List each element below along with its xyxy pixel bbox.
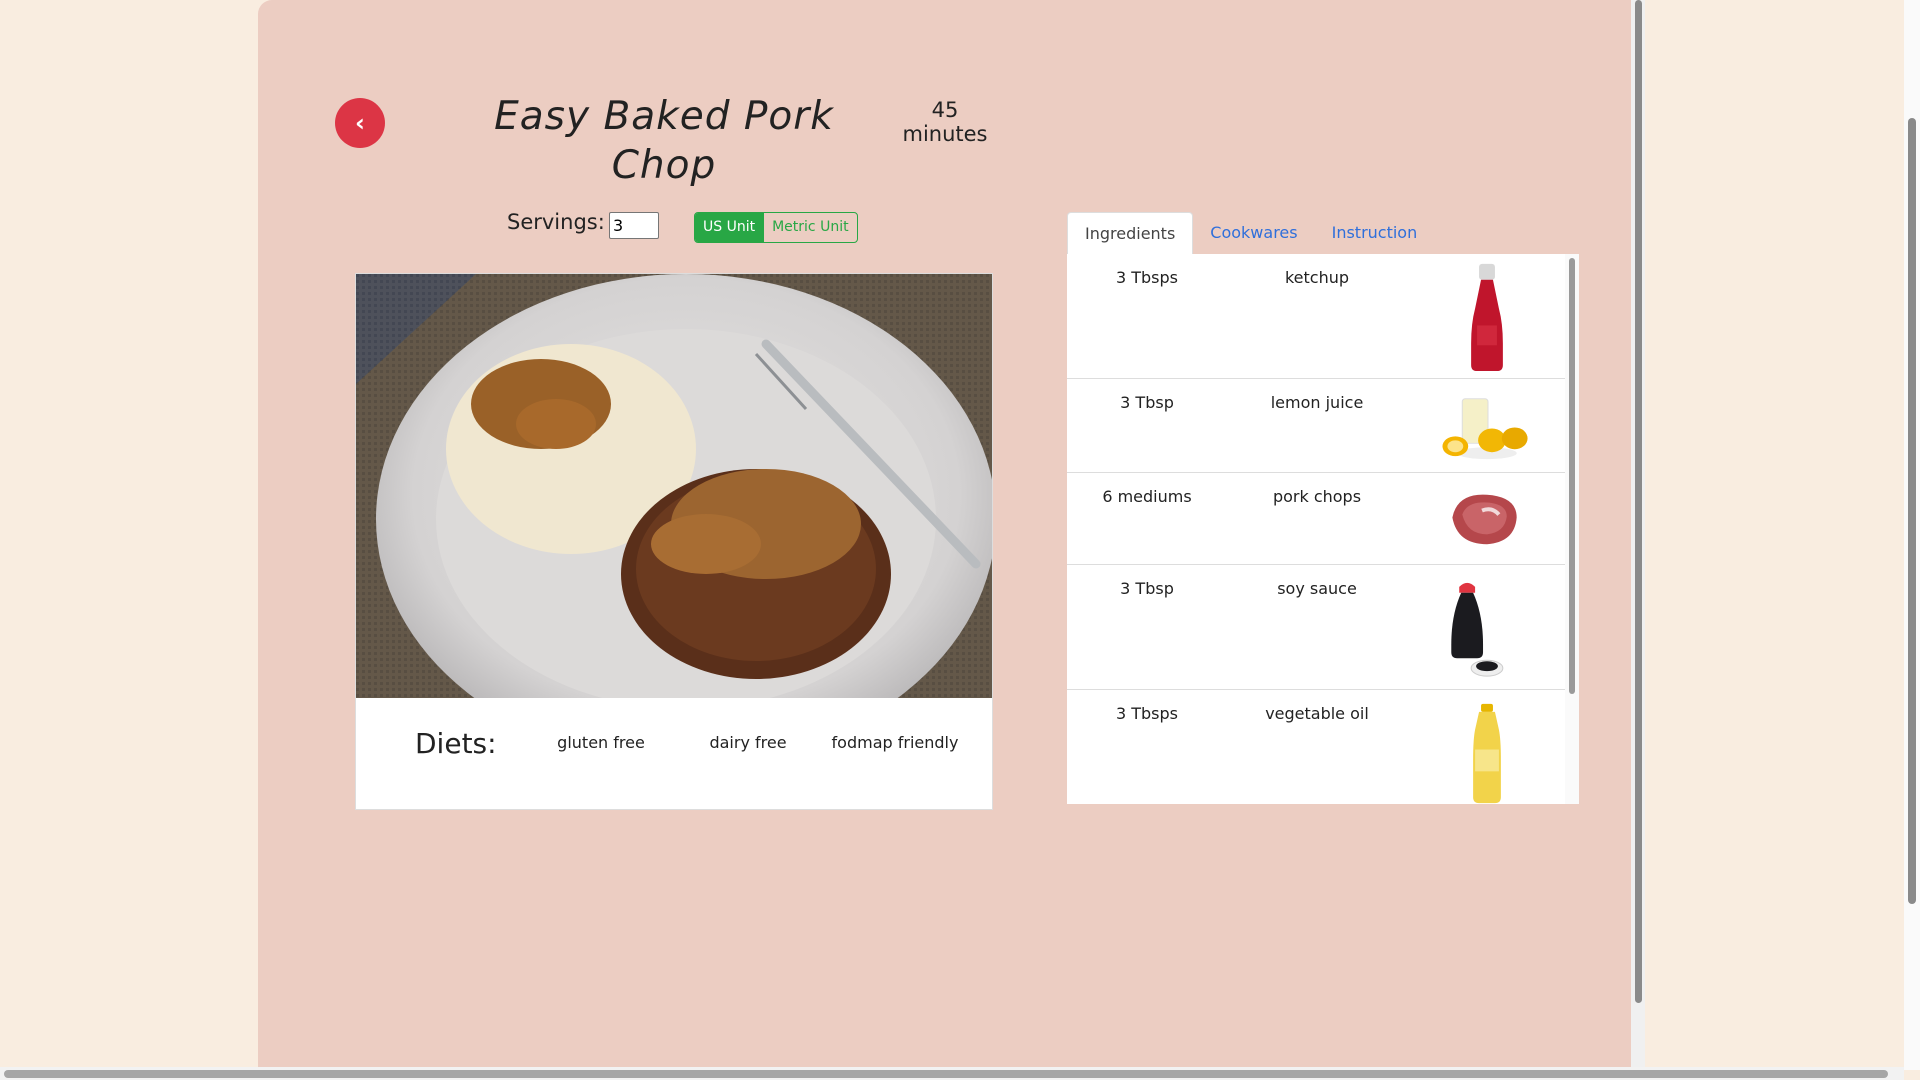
ingredient-name: lemon juice [1270, 393, 1364, 412]
recipe-card: Diets: gluten free dairy free fodmap fri… [355, 273, 993, 810]
pork-chop-dish-image [356, 274, 992, 698]
cook-time-value: 45 [931, 98, 959, 122]
lemon-juice-icon [1442, 398, 1528, 460]
servings-input[interactable] [609, 212, 659, 239]
list-item: 3 Tbsp soy sauce [1067, 565, 1565, 690]
diet-dairy-free: dairy free [709, 733, 787, 752]
tab-instruction[interactable]: Instruction [1315, 212, 1435, 254]
diet-gluten-free: gluten free [557, 733, 645, 752]
diets-label: Diets: [415, 727, 497, 760]
pork-chop-icon [1452, 494, 1517, 545]
list-item: 3 Tbsps ketchup [1067, 254, 1565, 379]
panel-scrollbar[interactable] [1635, 0, 1642, 1003]
metric-unit-button[interactable]: Metric Unit [763, 213, 856, 242]
tab-cookwares[interactable]: Cookwares [1193, 212, 1314, 254]
cook-time-unit: minutes [902, 122, 988, 146]
ingredient-quantity: 3 Tbsp [1120, 579, 1174, 598]
cook-time: 45 minutes [880, 98, 1010, 146]
list-item: 6 mediums pork chops [1067, 473, 1565, 565]
ingredient-quantity: 3 Tbsps [1115, 268, 1179, 287]
recipe-photo [356, 274, 992, 698]
recipe-tabs: Ingredients Cookwares Instruction [1067, 212, 1434, 254]
ingredient-quantity: 3 Tbsp [1120, 393, 1174, 412]
list-item: 3 Tbsps vegetable oil [1067, 690, 1565, 804]
ingredient-name: ketchup [1284, 268, 1350, 287]
diet-fodmap-friendly: fodmap friendly [831, 733, 959, 752]
ingredient-name: vegetable oil [1265, 704, 1369, 723]
ingredient-quantity: 3 Tbsps [1115, 704, 1179, 723]
chevron-left-icon: ‹ [355, 109, 365, 137]
window-scrollbar[interactable] [1908, 118, 1916, 904]
soy-sauce-icon [1451, 582, 1504, 677]
ingredients-scrollbar[interactable] [1569, 258, 1575, 694]
list-item: 3 Tbsp lemon juice [1067, 379, 1565, 473]
ingredient-quantity: 6 mediums [1102, 487, 1192, 506]
ketchup-bottle-icon [1471, 263, 1503, 372]
back-button[interactable]: ‹ [335, 98, 385, 148]
us-unit-button[interactable]: US Unit [695, 213, 764, 242]
tab-ingredients[interactable]: Ingredients [1067, 212, 1194, 254]
ingredient-name: soy sauce [1277, 579, 1357, 598]
unit-toggle: US Unit Metric Unit [694, 212, 858, 243]
ingredient-name: pork chops [1272, 487, 1362, 506]
horizontal-scrollbar[interactable] [4, 1070, 1888, 1078]
servings-label: Servings: [507, 210, 605, 234]
ingredients-list: 3 Tbsps ketchup 3 Tbsp lemon juice 6 med… [1067, 254, 1579, 804]
recipe-title: Easy Baked Pork Chop [494, 94, 834, 188]
vegetable-oil-icon [1473, 703, 1501, 804]
